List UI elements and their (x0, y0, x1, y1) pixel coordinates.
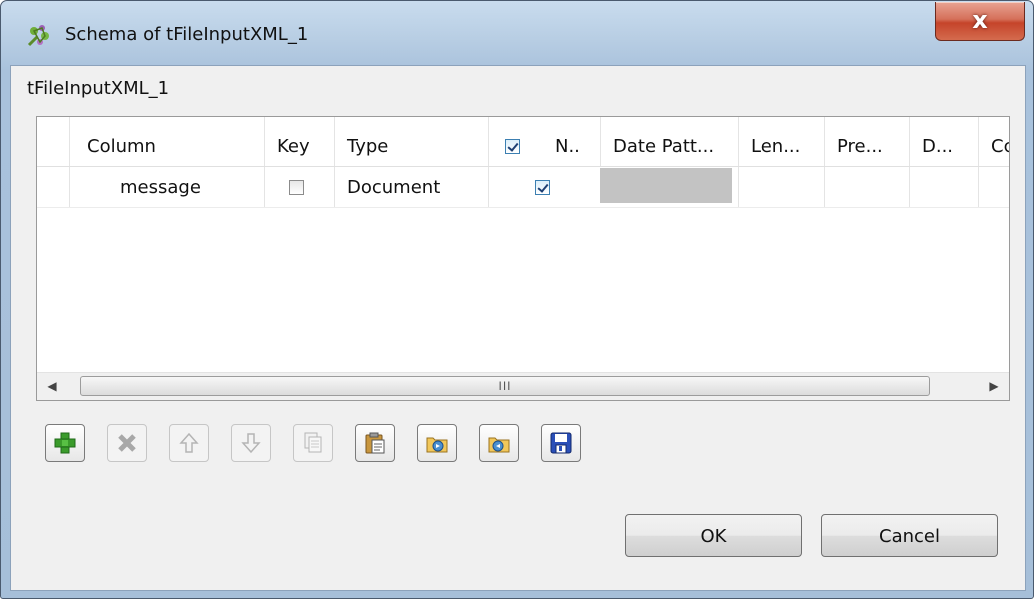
header-default[interactable]: D... (909, 117, 978, 166)
cell-default[interactable] (909, 167, 978, 207)
header-precision[interactable]: Pre... (824, 117, 909, 166)
title-bar[interactable]: Schema of tFileInputXML_1 x (1, 1, 1033, 61)
scroll-left-icon[interactable]: ◀ (37, 373, 67, 400)
export-icon (488, 437, 510, 453)
cell-comment[interactable] (978, 167, 1009, 207)
save-button[interactable] (541, 424, 581, 462)
move-up-icon (179, 432, 199, 453)
cell-type[interactable]: Document (334, 167, 488, 207)
import-icon (426, 437, 448, 453)
scroll-thumb[interactable]: III (80, 376, 930, 396)
ok-button[interactable]: OK (625, 514, 802, 557)
table-row[interactable]: message Document (37, 167, 1009, 208)
close-button[interactable]: x (935, 2, 1025, 41)
header-nullable[interactable]: N.. (488, 117, 600, 166)
cell-nullable[interactable] (488, 167, 600, 207)
row-header (37, 167, 69, 207)
cell-date-pattern[interactable] (600, 168, 732, 203)
schema-table[interactable]: Column Key Type N.. Date Patt... Len... … (36, 116, 1010, 401)
schema-icon (27, 25, 49, 47)
import-button[interactable] (417, 424, 457, 462)
nullable-checkbox[interactable] (535, 180, 550, 195)
header-comment[interactable]: Cc (978, 117, 1009, 166)
cancel-button[interactable]: Cancel (821, 514, 998, 557)
cell-precision[interactable] (824, 167, 909, 207)
dialog-window: Schema of tFileInputXML_1 x tFileInputXM… (0, 0, 1034, 599)
move-down-button[interactable] (231, 424, 271, 462)
cell-length[interactable] (738, 167, 824, 207)
move-up-button[interactable] (169, 424, 209, 462)
paste-button[interactable] (355, 424, 395, 462)
export-button[interactable] (479, 424, 519, 462)
remove-button[interactable] (107, 424, 147, 462)
cell-column-name[interactable]: message (69, 167, 264, 207)
horizontal-scrollbar[interactable]: ◀ III ▶ (37, 372, 1009, 400)
paste-icon (365, 432, 385, 454)
save-icon (550, 432, 572, 454)
cell-key[interactable] (264, 167, 334, 207)
close-icon: x (972, 6, 988, 34)
remove-icon (118, 434, 136, 452)
nullable-header-checkbox[interactable] (505, 139, 520, 154)
header-column[interactable]: Column (69, 117, 264, 166)
header-key[interactable]: Key (264, 117, 334, 166)
header-length[interactable]: Len... (738, 117, 824, 166)
key-checkbox[interactable] (289, 180, 304, 195)
row-header-spacer (37, 117, 69, 166)
window-title: Schema of tFileInputXML_1 (65, 24, 309, 45)
add-icon (54, 432, 76, 454)
scroll-grip-icon: III (498, 379, 512, 393)
scroll-right-icon[interactable]: ▶ (979, 373, 1009, 400)
table-header: Column Key Type N.. Date Patt... Len... … (37, 117, 1009, 167)
component-label: tFileInputXML_1 (27, 78, 170, 99)
add-button[interactable] (45, 424, 85, 462)
header-nullable-label: N.. (555, 136, 580, 157)
copy-icon (304, 432, 322, 453)
copy-button[interactable] (293, 424, 333, 462)
move-down-icon (241, 433, 261, 454)
header-type[interactable]: Type (334, 117, 488, 166)
header-date-pattern[interactable]: Date Patt... (600, 117, 738, 166)
